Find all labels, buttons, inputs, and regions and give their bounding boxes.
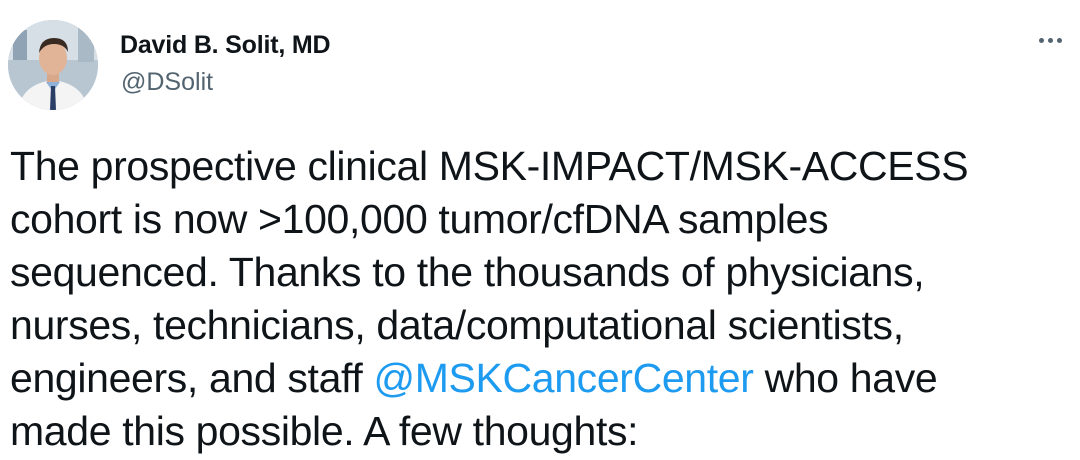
- more-options-icon[interactable]: [1030, 28, 1070, 52]
- tweet-text-line: nurses, technicians, data/computational …: [10, 302, 904, 348]
- mention-link[interactable]: @MSKCancerCenter: [373, 355, 753, 401]
- tweet-text: The prospective clinical MSK-IMPACT/MSK-…: [10, 140, 1075, 458]
- tweet-text-line: cohort is now >100,000 tumor/cfDNA sampl…: [10, 196, 829, 242]
- more-dot: [1047, 37, 1053, 43]
- tweet-text-segment: engineers, and staff: [10, 355, 374, 401]
- author-avatar[interactable]: [8, 20, 98, 110]
- author-handle[interactable]: @DSolit: [121, 68, 213, 97]
- tweet: David B. Solit, MD @DSolit The prospecti…: [0, 0, 1080, 460]
- author-display-name[interactable]: David B. Solit, MD: [120, 31, 331, 60]
- more-dot: [1056, 37, 1062, 43]
- avatar-image: [8, 20, 98, 110]
- tweet-text-line: sequenced. Thanks to the thousands of ph…: [10, 249, 925, 295]
- tweet-text-segment: who have: [753, 355, 938, 401]
- tweet-text-line: made this possible. A few thoughts:: [10, 408, 639, 454]
- more-dot: [1038, 37, 1044, 43]
- tweet-text-line: The prospective clinical MSK-IMPACT/MSK-…: [10, 143, 969, 189]
- tweet-text-line: engineers, and staff @MSKCancerCenter wh…: [10, 352, 1075, 405]
